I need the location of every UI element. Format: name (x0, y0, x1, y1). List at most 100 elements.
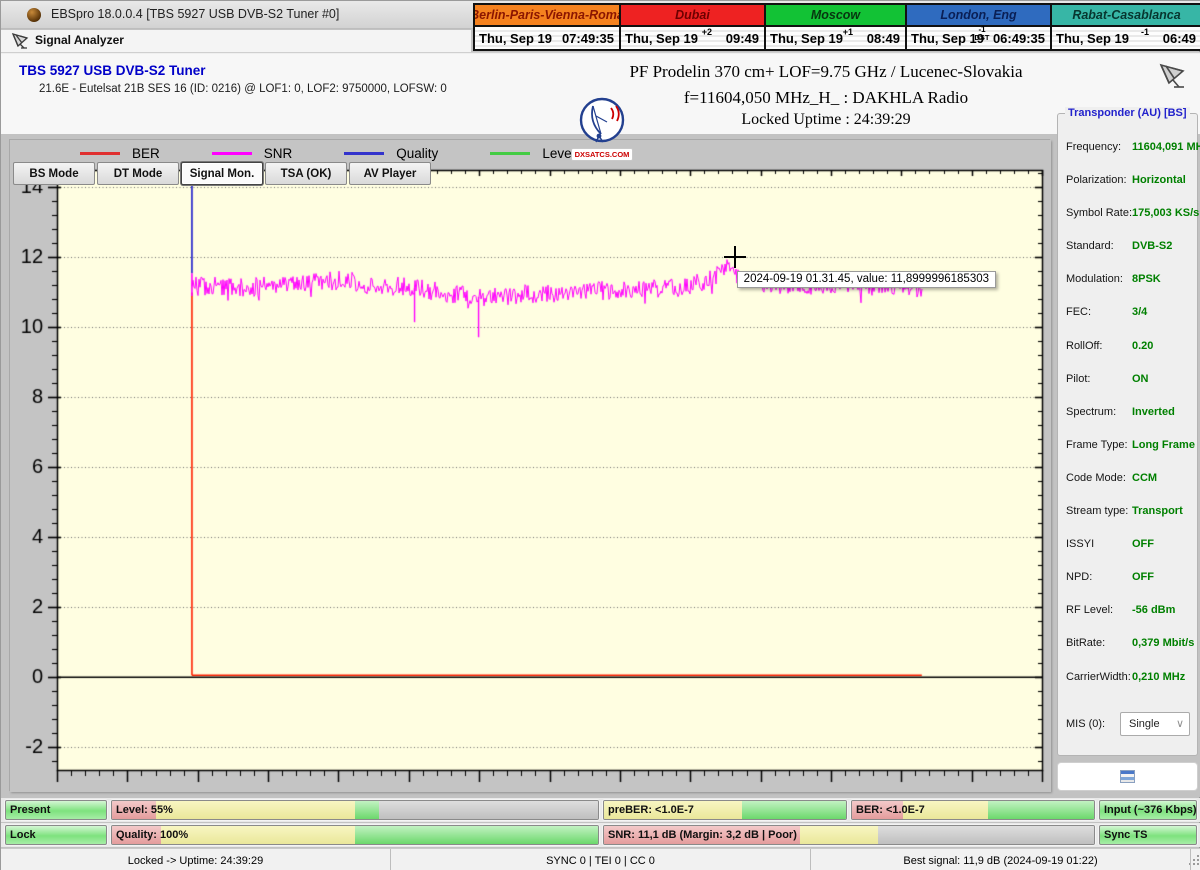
transponder-label: Frequency: (1066, 141, 1121, 153)
status-indicator-lock: Lock (5, 825, 107, 845)
clock-city-label: Rabat-Casablanca (1052, 5, 1200, 27)
transponder-label: Standard: (1066, 240, 1114, 252)
meter-segment-yellow (800, 826, 878, 844)
transponder-row: RollOff:0.20 (1058, 331, 1197, 364)
dish-info: PF Prodelin 370 cm+ LOF=9.75 GHz / Lucen… (561, 62, 1091, 108)
transponder-row: Code Mode:CCM (1058, 463, 1197, 496)
satellite-dish-icon (11, 32, 31, 50)
clock-time: 07:49:35 (562, 31, 614, 46)
dxsatcs-logo-icon (571, 96, 633, 146)
clock-city-label: Moscow (766, 5, 905, 27)
transponder-value: ON (1132, 373, 1149, 385)
clock-time: 08:49 (867, 31, 900, 46)
transponder-value: Horizontal (1132, 174, 1186, 186)
chart-tooltip: 2024-09-19 01.31.45, value: 11,899999618… (737, 271, 996, 288)
transponder-panel: Transponder (AU) [BS] Frequency:11604,09… (1057, 113, 1198, 756)
meter-segment-green (988, 801, 1094, 819)
clock-date: Thu, Sep 19 (770, 31, 843, 46)
transponder-title: Transponder (AU) [BS] (1065, 107, 1190, 119)
chart-plot-canvas[interactable] (10, 140, 1051, 792)
dxsatcs-logo-text: DXSATCS.COM (571, 148, 633, 161)
transponder-value: 0.20 (1132, 340, 1153, 352)
mode-tabs: BS ModeDT ModeSignal Mon.TSA (OK)AV Play… (13, 162, 431, 185)
meter-label: SNR: 11,1 dB (Margin: 3,2 dB | Poor) (608, 829, 797, 841)
dxsatcs-logo: DXSATCS.COM (571, 96, 633, 161)
legend-item-snr: SNR (212, 146, 293, 161)
transponder-value: CCM (1132, 472, 1157, 484)
transponder-label: NPD: (1066, 571, 1092, 583)
meter-label: Sync TS (1104, 829, 1147, 841)
transponder-row: Spectrum:Inverted (1058, 397, 1197, 430)
meter-segment-green (355, 801, 379, 819)
status-indicator-sync: Sync TS (1099, 825, 1197, 845)
transponder-label: Modulation: (1066, 273, 1123, 285)
clock-cell: Rabat-CasablancaThu, Sep 19-106:49 (1052, 5, 1200, 49)
clock-time-row: Thu, Sep 19+108:49 (766, 27, 905, 49)
stream-list-button[interactable] (1057, 762, 1198, 791)
tuner-title: TBS 5927 USB DVB-S2 Tuner (19, 63, 206, 78)
clock-time: 09:49 (726, 31, 759, 46)
tab-tsa-ok-[interactable]: TSA (OK) (265, 162, 347, 185)
clock-date: Thu, Sep 19 (625, 31, 698, 46)
transponder-row: BitRate:0,379 Mbit/s (1058, 628, 1197, 661)
transponder-row: RF Level:-56 dBm (1058, 595, 1197, 628)
transponder-value: 175,003 KS/s (1132, 207, 1199, 219)
main-area: BERSNRQualityLevel 2024-09-19 01.31.45, … (1, 134, 1200, 797)
transponder-row: NPD: OFF (1058, 562, 1197, 595)
statusbar-section-0: Locked -> Uptime: 24:39:29 (1, 849, 391, 870)
clock-utc-offset: -1DST (972, 26, 992, 42)
signal-meter-quality: Quality: 100% (111, 825, 599, 845)
tab-dt-mode[interactable]: DT Mode (97, 162, 179, 185)
menu-signal-analyzer[interactable]: Signal Analyzer (35, 33, 124, 47)
meter-segment-gray (878, 826, 1094, 844)
meter-label: Lock (10, 829, 36, 841)
legend-item-quality: Quality (344, 146, 438, 161)
statusbar-section-1: SYNC 0 | TEI 0 | CC 0 (391, 849, 811, 870)
meter-segment-yellow (161, 826, 355, 844)
signal-meter-level: Level: 55% (111, 800, 599, 820)
dish-line1: PF Prodelin 370 cm+ LOF=9.75 GHz / Lucen… (561, 62, 1091, 82)
chevron-down-icon: ∨ (1176, 717, 1184, 730)
clock-time-row: Thu, Sep 19-1DST06:49:35 (907, 27, 1050, 49)
legend-swatch-ber (80, 152, 120, 155)
clock-cell: MoscowThu, Sep 19+108:49 (766, 5, 907, 49)
tab-av-player[interactable]: AV Player (349, 162, 431, 185)
clock-cell: Berlin-Paris-Vienna-RomaThu, Sep 1907:49… (475, 5, 621, 49)
clock-cell: DubaiThu, Sep 19+209:49 (621, 5, 766, 49)
legend-item-ber: BER (80, 146, 160, 161)
transponder-value: 11604,091 MHz (1132, 141, 1200, 153)
mis-dropdown[interactable]: Single ∨ (1120, 712, 1190, 736)
mis-label: MIS (0): (1066, 718, 1105, 730)
legend-swatch-quality (344, 152, 384, 155)
meter-segment-gray (379, 801, 598, 819)
transponder-row: Stream type:Transport (1058, 496, 1197, 529)
legend-label: SNR (264, 146, 293, 161)
clock-time: 06:49 (1163, 31, 1196, 46)
transponder-value: 8PSK (1132, 273, 1161, 285)
tab-signal-mon-[interactable]: Signal Mon. (181, 162, 263, 185)
mis-selected-value: Single (1129, 718, 1160, 730)
stream-list-icon (1120, 770, 1135, 783)
transponder-value: 0,379 Mbit/s (1132, 637, 1194, 649)
transponder-label: RF Level: (1066, 604, 1113, 616)
legend-label: Quality (396, 146, 438, 161)
transponder-row: Symbol Rate:175,003 KS/s (1058, 198, 1197, 231)
transponder-value: Inverted (1132, 406, 1175, 418)
transponder-label: CarrierWidth: (1066, 671, 1131, 683)
transponder-label: Symbol Rate: (1066, 207, 1132, 219)
transponder-row: CarrierWidth:0,210 MHz (1058, 662, 1197, 695)
transponder-label: FEC: (1066, 306, 1091, 318)
status-indicator-present: Present (5, 800, 107, 820)
tab-bs-mode[interactable]: BS Mode (13, 162, 95, 185)
transponder-rows: Frequency:11604,091 MHzPolarization:Hori… (1058, 132, 1197, 695)
header-info: TBS 5927 USB DVB-S2 Tuner 21.6E - Eutels… (1, 54, 1200, 134)
status-bars-row1: PresentLevel: 55%preBER: <1.0E-7BER: <1.… (1, 798, 1200, 822)
chart-legend: BERSNRQualityLevel (80, 146, 627, 161)
transponder-row: FEC:3/4 (1058, 297, 1197, 330)
clock-cell: London, EngThu, Sep 19-1DST06:49:35 (907, 5, 1052, 49)
clock-city-label: London, Eng (907, 5, 1050, 27)
satellite-dish-icon-right (1157, 61, 1189, 91)
clock-utc-offset: -1 (1141, 27, 1149, 37)
window-title: EBSpro 18.0.0.4 [TBS 5927 USB DVB-S2 Tun… (51, 7, 339, 21)
transponder-value: OFF (1132, 571, 1154, 583)
